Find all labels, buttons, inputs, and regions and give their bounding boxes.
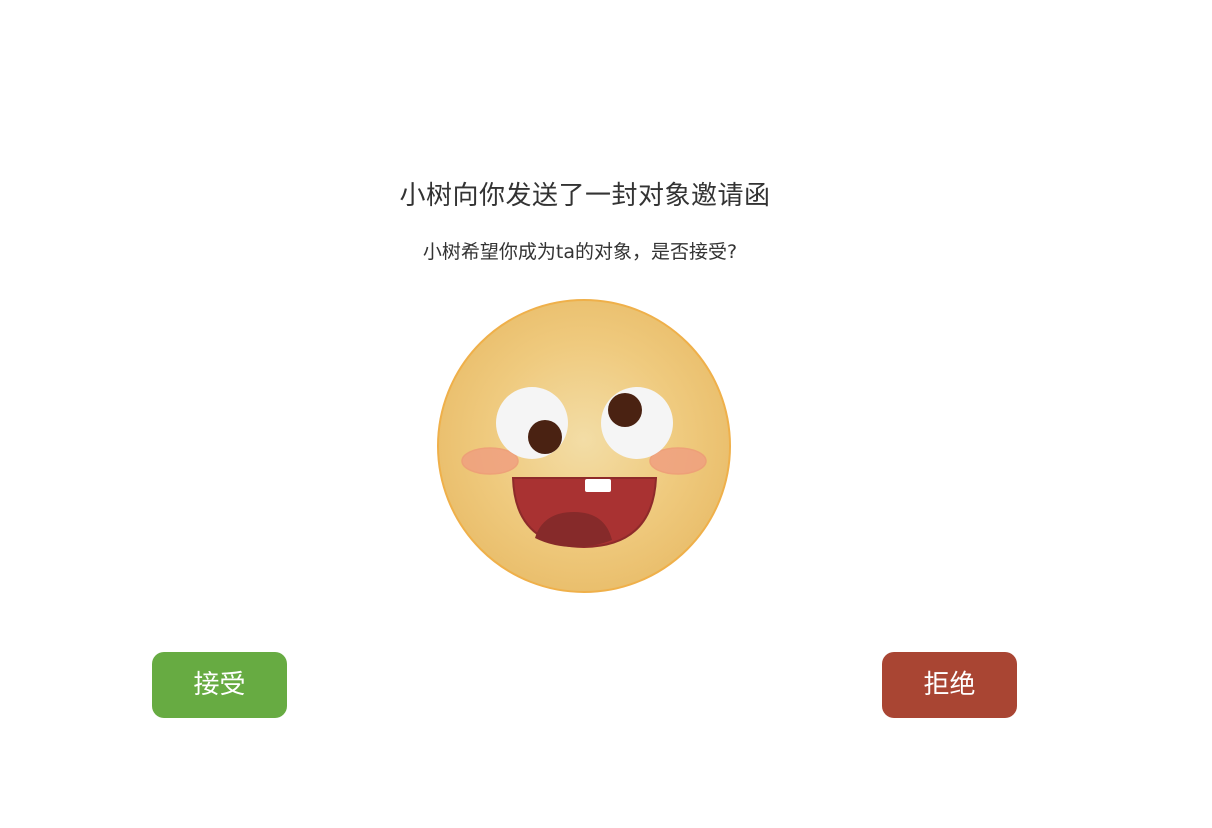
left-pupil (528, 420, 562, 454)
invitation-title: 小树向你发送了一封对象邀请函 (399, 181, 771, 211)
laughing-face-icon (435, 298, 733, 596)
invitation-subtitle: 小树希望你成为ta的对象，是否接受? (422, 241, 738, 263)
right-eye (601, 387, 673, 459)
tooth (585, 479, 611, 492)
face-circle (437, 299, 731, 593)
invitation-page: 小树向你发送了一封对象邀请函 小树希望你成为ta的对象，是否接受? 接受 拒绝 (0, 0, 1212, 828)
accept-button[interactable]: 接受 (152, 652, 287, 718)
reject-button[interactable]: 拒绝 (882, 652, 1017, 718)
left-cheek (461, 447, 519, 475)
right-pupil (608, 393, 642, 427)
